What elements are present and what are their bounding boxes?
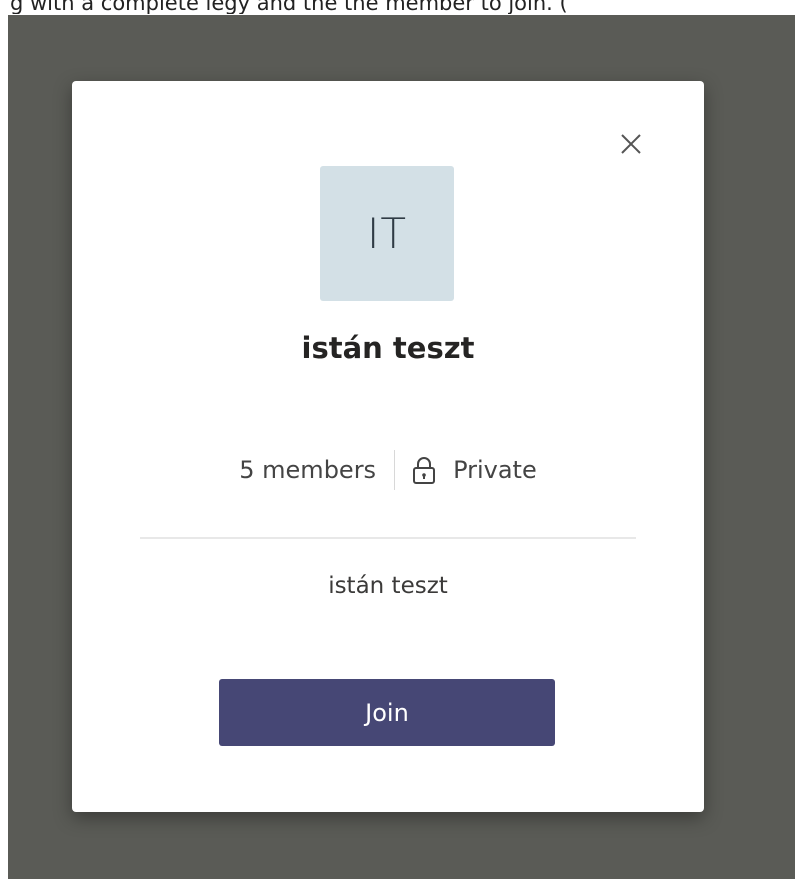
member-count: 5 members	[239, 456, 377, 484]
team-description: istán teszt	[328, 573, 448, 599]
close-icon	[618, 131, 644, 157]
close-button[interactable]	[618, 131, 644, 157]
page: g with a complete legy and the the membe…	[0, 0, 795, 879]
lock-icon	[411, 455, 437, 485]
top-caption: g with a complete legy and the the membe…	[10, 0, 568, 14]
team-avatar: IT	[320, 166, 454, 301]
team-meta: 5 members Private	[72, 450, 704, 490]
join-button[interactable]: Join	[219, 679, 555, 746]
meta-divider	[394, 450, 396, 490]
team-name: istán teszt	[301, 331, 475, 365]
join-team-dialog: IT istán teszt 5 members Private istán t…	[72, 81, 704, 812]
privacy-label: Private	[453, 456, 537, 484]
separator	[140, 537, 636, 539]
